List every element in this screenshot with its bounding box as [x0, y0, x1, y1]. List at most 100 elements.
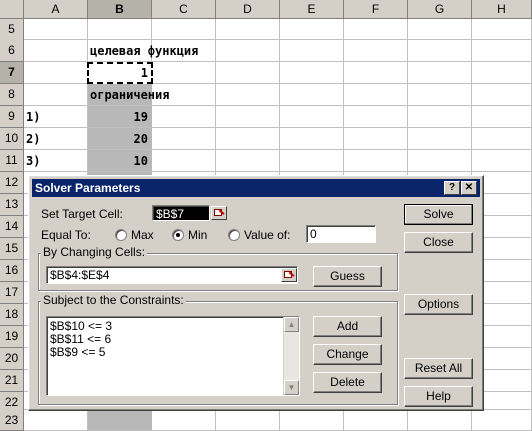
grid-cell[interactable]: [472, 128, 532, 150]
grid-cell[interactable]: [344, 128, 408, 150]
row-header-16[interactable]: 16: [0, 260, 24, 282]
grid-cell[interactable]: [408, 106, 472, 128]
grid-cell[interactable]: [344, 84, 408, 106]
column-header-b[interactable]: B: [88, 0, 152, 19]
grid-cell[interactable]: [216, 106, 280, 128]
close-button[interactable]: Close: [404, 232, 473, 253]
max-radio[interactable]: [115, 229, 127, 241]
target-cell-input[interactable]: $B$7: [152, 205, 210, 221]
grid-cell[interactable]: [344, 410, 408, 431]
constraint-item[interactable]: $B$9 <= 5: [50, 345, 105, 359]
grid-cell[interactable]: [152, 62, 216, 84]
changing-cells-ref-icon[interactable]: [281, 268, 297, 282]
grid-cell[interactable]: [152, 128, 216, 150]
column-header-e[interactable]: E: [280, 0, 344, 19]
constraint-item[interactable]: $B$11 <= 6: [50, 332, 111, 346]
value-of-input[interactable]: 0: [306, 225, 376, 243]
row-header-9[interactable]: 9: [0, 106, 24, 128]
grid-cell[interactable]: [408, 410, 472, 431]
column-header-g[interactable]: G: [408, 0, 472, 19]
grid-cell[interactable]: [152, 150, 216, 172]
grid-cell[interactable]: [88, 410, 152, 431]
row-header-17[interactable]: 17: [0, 282, 24, 304]
target-cell-ref-icon[interactable]: [211, 206, 227, 220]
value-of-radio[interactable]: [228, 229, 240, 241]
column-header-h[interactable]: H: [472, 0, 532, 19]
grid-cell[interactable]: [344, 19, 408, 40]
grid-cell[interactable]: [280, 128, 344, 150]
row-header-12[interactable]: 12: [0, 172, 24, 194]
grid-cell[interactable]: [344, 40, 408, 62]
changing-cells-input[interactable]: $B$4:$E$4: [46, 266, 298, 284]
row-header-18[interactable]: 18: [0, 304, 24, 326]
cell-b9[interactable]: 19: [88, 106, 148, 128]
row-header-5[interactable]: 5: [0, 19, 24, 41]
grid-cell[interactable]: [472, 106, 532, 128]
row-header-19[interactable]: 19: [0, 326, 24, 348]
guess-button[interactable]: Guess: [313, 266, 382, 287]
grid-cell[interactable]: [280, 84, 344, 106]
change-button[interactable]: Change: [313, 344, 382, 365]
cell-a11[interactable]: 3): [26, 150, 40, 172]
close-icon[interactable]: ✕: [461, 181, 477, 195]
grid-cell[interactable]: [152, 19, 216, 40]
reset-all-button[interactable]: Reset All: [404, 358, 473, 379]
grid-cell[interactable]: [280, 62, 344, 84]
grid-cell[interactable]: [344, 150, 408, 172]
grid-cell[interactable]: [408, 62, 472, 84]
cell-b8[interactable]: ограничения: [90, 84, 169, 106]
row-header-11[interactable]: 11: [0, 150, 24, 172]
row-header-23[interactable]: 23: [0, 410, 24, 431]
select-all-corner[interactable]: [0, 0, 24, 19]
grid-cell[interactable]: [280, 150, 344, 172]
grid-cell[interactable]: [216, 84, 280, 106]
row-header-7[interactable]: 7: [0, 62, 24, 84]
grid-cell[interactable]: [216, 128, 280, 150]
cell-b10[interactable]: 20: [88, 128, 148, 150]
row-header-13[interactable]: 13: [0, 194, 24, 216]
constraints-list[interactable]: $B$10 <= 3 $B$11 <= 6 $B$9 <= 5 ▲ ▼: [46, 316, 300, 396]
column-header-f[interactable]: F: [344, 0, 408, 19]
max-label[interactable]: Max: [131, 227, 154, 243]
grid-cell[interactable]: [472, 40, 532, 62]
row-header-14[interactable]: 14: [0, 216, 24, 238]
grid-cell[interactable]: [152, 106, 216, 128]
grid-cell[interactable]: [280, 40, 344, 62]
row-header-20[interactable]: 20: [0, 348, 24, 370]
cell-b6[interactable]: целевая функция: [90, 40, 198, 62]
delete-button[interactable]: Delete: [313, 372, 382, 393]
grid-cell[interactable]: [472, 84, 532, 106]
grid-cell[interactable]: [24, 84, 88, 106]
grid-cell[interactable]: [408, 150, 472, 172]
grid-cell[interactable]: [152, 410, 216, 431]
add-button[interactable]: Add: [313, 316, 382, 337]
min-label[interactable]: Min: [188, 227, 207, 243]
grid-cell[interactable]: [344, 106, 408, 128]
help-button[interactable]: Help: [404, 386, 473, 407]
row-header-21[interactable]: 21: [0, 370, 24, 392]
column-header-d[interactable]: D: [216, 0, 280, 19]
grid-cell[interactable]: [280, 410, 344, 431]
grid-cell[interactable]: [408, 40, 472, 62]
cell-a9[interactable]: 1): [26, 106, 40, 128]
row-header-8[interactable]: 8: [0, 84, 24, 106]
value-of-label[interactable]: Value of:: [244, 227, 290, 243]
grid-cell[interactable]: [472, 62, 532, 84]
grid-cell[interactable]: [216, 410, 280, 431]
constraints-scrollbar[interactable]: ▲ ▼: [283, 317, 299, 395]
help-icon[interactable]: ?: [444, 181, 460, 195]
grid-cell[interactable]: [280, 106, 344, 128]
grid-cell[interactable]: [472, 19, 532, 40]
column-header-c[interactable]: C: [152, 0, 216, 19]
grid-cell[interactable]: [216, 19, 280, 40]
constraint-item[interactable]: $B$10 <= 3: [50, 319, 112, 333]
grid-cell[interactable]: [408, 84, 472, 106]
min-radio[interactable]: [172, 229, 184, 241]
options-button[interactable]: Options: [404, 294, 473, 315]
grid-cell[interactable]: [216, 40, 280, 62]
cell-a10[interactable]: 2): [26, 128, 40, 150]
solve-button[interactable]: Solve: [404, 204, 473, 225]
grid-cell[interactable]: [24, 19, 88, 40]
grid-cell[interactable]: [472, 410, 532, 431]
row-header-15[interactable]: 15: [0, 238, 24, 260]
